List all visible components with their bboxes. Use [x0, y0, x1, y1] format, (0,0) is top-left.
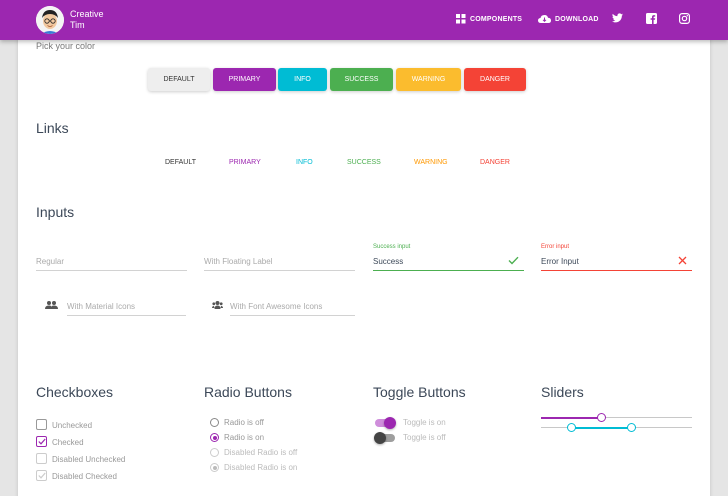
users-icon	[212, 301, 223, 309]
toggle-on-knob	[384, 417, 396, 429]
range-slider-fill	[571, 426, 632, 429]
range-slider-low-handle[interactable]	[566, 422, 576, 432]
disabled-radio-on	[210, 463, 219, 472]
success-link[interactable]: SUCCESS	[347, 159, 381, 166]
toggle-off-label: Toggle is off	[403, 433, 446, 442]
disabled-unchecked-label: Disabled Unchecked	[52, 455, 126, 464]
default-link[interactable]: DEFAULT	[165, 159, 196, 166]
facebook-icon[interactable]	[646, 13, 657, 24]
single-slider-fill	[541, 416, 602, 419]
cloud-download-icon	[538, 15, 551, 23]
toggle-buttons-title: Toggle Buttons	[373, 384, 466, 400]
font-awesome-input[interactable]: With Font Awesome Icons	[230, 296, 355, 316]
pick-color-label: Pick your color	[36, 41, 96, 51]
font-awesome-placeholder: With Font Awesome Icons	[230, 302, 323, 311]
radio-buttons-title: Radio Buttons	[204, 384, 292, 400]
checked-checkbox-label: Checked	[52, 438, 84, 447]
grid-icon	[456, 14, 466, 24]
danger-button[interactable]: DANGER	[464, 68, 526, 91]
check-icon	[508, 256, 519, 265]
main-card: Pick your color DEFAULT PRIMARY INFO SUC…	[18, 36, 710, 496]
single-slider-handle[interactable]	[596, 412, 606, 422]
nav-download-link[interactable]: DOWNLOAD	[538, 14, 599, 24]
floating-label-input[interactable]: With Floating Label	[204, 251, 355, 271]
disabled-radio-on-label: Disabled Radio is on	[224, 463, 298, 472]
success-input-label: Success input	[373, 244, 411, 250]
navbar: Creative Tim COMPONENTS DOWNLOAD	[0, 0, 728, 40]
radio-dot	[212, 465, 217, 470]
instagram-icon[interactable]	[679, 13, 690, 24]
toggle-on-label: Toggle is on	[403, 418, 446, 427]
sliders-title: Sliders	[541, 384, 584, 400]
twitter-icon[interactable]	[612, 13, 623, 23]
range-slider-high-handle[interactable]	[627, 422, 637, 432]
disabled-checked-label: Disabled Checked	[52, 472, 117, 481]
disabled-radio-off-label: Disabled Radio is off	[224, 448, 298, 457]
primary-button[interactable]: PRIMARY	[213, 68, 276, 91]
brand-line1: Creative	[70, 9, 104, 19]
brand[interactable]: Creative Tim	[70, 9, 104, 31]
checked-checkbox[interactable]	[36, 436, 47, 447]
success-input-value: Success	[373, 257, 404, 266]
toggle-on[interactable]	[375, 417, 396, 429]
inputs-title: Inputs	[36, 204, 75, 220]
warning-link[interactable]: WARNING	[414, 159, 448, 166]
disabled-checked-checkbox	[36, 470, 47, 481]
nav-components-link[interactable]: COMPONENTS	[456, 14, 522, 24]
brand-line2: Tim	[70, 20, 85, 30]
toggle-off-knob	[374, 432, 386, 444]
people-icon	[45, 301, 58, 309]
warning-button[interactable]: WARNING	[396, 68, 461, 91]
info-link[interactable]: INFO	[296, 159, 313, 166]
regular-input-placeholder: Regular	[36, 257, 65, 266]
radio-on-label: Radio is on	[224, 433, 265, 442]
toggle-off[interactable]	[374, 432, 395, 444]
range-slider[interactable]	[541, 422, 692, 432]
close-icon	[678, 256, 687, 265]
material-icons-placeholder: With Material Icons	[67, 302, 136, 311]
links-title: Links	[36, 120, 69, 136]
regular-input[interactable]: Regular	[36, 251, 187, 271]
unchecked-checkbox[interactable]	[36, 419, 47, 430]
error-input[interactable]: Error Input	[541, 251, 692, 271]
default-button[interactable]: DEFAULT	[148, 68, 210, 91]
single-slider[interactable]	[541, 412, 692, 422]
nav-components-label: COMPONENTS	[470, 15, 523, 23]
disabled-radio-off	[210, 448, 219, 457]
radio-off[interactable]	[210, 418, 219, 427]
radio-off-label: Radio is off	[224, 418, 264, 427]
primary-link[interactable]: PRIMARY	[229, 159, 261, 166]
error-input-label: Error input	[541, 244, 570, 250]
checkboxes-title: Checkboxes	[36, 384, 114, 400]
checkmark-icon	[38, 438, 46, 445]
floating-label-placeholder: With Floating Label	[204, 257, 273, 266]
success-input[interactable]: Success	[373, 251, 524, 271]
info-button[interactable]: INFO	[278, 68, 327, 91]
radio-dot	[212, 435, 217, 440]
danger-link[interactable]: DANGER	[480, 159, 510, 166]
unchecked-checkbox-label: Unchecked	[52, 421, 93, 430]
nav-download-label: DOWNLOAD	[555, 15, 599, 23]
success-button[interactable]: SUCCESS	[330, 68, 393, 91]
material-icons-input[interactable]: With Material Icons	[67, 296, 186, 316]
avatar[interactable]	[36, 6, 64, 34]
radio-on[interactable]	[210, 433, 219, 442]
checkmark-icon	[38, 472, 46, 479]
disabled-unchecked-checkbox	[36, 453, 47, 464]
error-input-value: Error Input	[541, 257, 579, 266]
